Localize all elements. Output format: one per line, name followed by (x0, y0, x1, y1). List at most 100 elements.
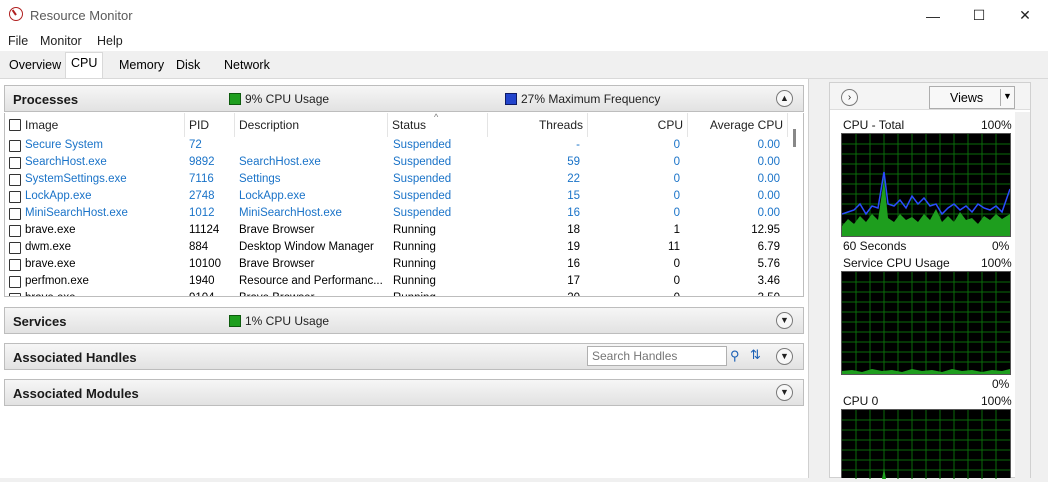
table-row[interactable]: brave.exe 11124 Brave Browser Running 18 1 12.… (5, 222, 788, 239)
services-header[interactable]: Services 1% CPU Usage ▼ (4, 307, 804, 334)
cell-description: Brave Browser (239, 224, 315, 236)
cpu0-max: 100% (981, 394, 1012, 408)
cell-threads: 20 (488, 290, 580, 296)
expand-services-icon[interactable]: ▼ (776, 312, 793, 329)
cell-average-cpu: 0.00 (757, 190, 780, 202)
tab-overview[interactable]: Overview (4, 55, 66, 77)
cell-cpu: 1 (673, 224, 680, 236)
column-threads-header[interactable]: Threads (488, 113, 588, 137)
menu-file[interactable]: File (8, 34, 28, 48)
row-checkbox[interactable] (9, 208, 21, 220)
cell-average-cpu: 3.50 (688, 290, 780, 296)
row-checkbox[interactable] (9, 242, 21, 254)
table-row[interactable]: LockApp.exe 2748 LockApp.exe Suspended 15 0 0.… (5, 188, 788, 205)
cell-pid: 7116 (189, 173, 214, 185)
cell-average-cpu: 6.79 (757, 241, 780, 253)
collapse-processes-icon[interactable]: ▲ (776, 90, 793, 107)
cpu-total-max: 100% (981, 118, 1012, 132)
cell-cpu: 0 (673, 258, 680, 270)
cell-status: Running (393, 258, 436, 270)
row-checkbox[interactable] (9, 140, 21, 152)
processes-scrollbar[interactable] (788, 127, 802, 295)
table-row[interactable]: SearchHost.exe 9892 SearchHost.exe Suspende… (5, 154, 788, 171)
handles-header[interactable]: Associated Handles ⚲ ⇅ ▼ (4, 343, 804, 370)
hide-graphs-icon[interactable]: › (841, 89, 858, 106)
cell-pid: 1012 (189, 207, 215, 219)
cpu-total-title: CPU - Total (843, 118, 905, 132)
tab-network[interactable]: Network (219, 55, 275, 77)
table-row[interactable]: Secure System 72 Suspended - 0 0.00 (5, 137, 788, 154)
cpu-total-min: 0% (992, 239, 1010, 253)
column-cpu-header[interactable]: CPU (588, 113, 688, 137)
table-row[interactable]: SystemSettings.exe 7116 Settings Suspended 2… (5, 171, 788, 188)
graph-scrollbar[interactable] (1015, 112, 1030, 478)
service-cpu-max: 100% (981, 256, 1012, 270)
cell-description: Brave Browser (239, 290, 384, 296)
cell-cpu: 0 (673, 173, 680, 185)
processes-scroll-thumb[interactable] (793, 129, 796, 147)
column-average-cpu-header[interactable]: Average CPU (688, 113, 788, 137)
cell-pid: 9104 (189, 290, 233, 296)
cell-average-cpu: 0.00 (757, 139, 780, 151)
refresh-search-icon[interactable]: ⇅ (750, 347, 761, 363)
close-button[interactable]: ✕ (1002, 0, 1048, 31)
row-checkbox[interactable] (9, 259, 21, 271)
cell-cpu: 11 (668, 241, 680, 253)
modules-header[interactable]: Associated Modules ▼ (4, 379, 804, 406)
cell-pid: 10100 (189, 258, 221, 270)
column-status-header[interactable]: Status ^ (388, 113, 488, 137)
table-row[interactable]: dwm.exe 884 Desktop Window Manager Running 1… (5, 239, 788, 256)
cell-pid: 9892 (189, 156, 215, 168)
table-row[interactable]: brave.exe 10100 Brave Browser Running 16 0 5.7… (5, 256, 788, 273)
services-cpu-usage: 1% CPU Usage (245, 314, 330, 328)
cell-cpu: 0 (673, 275, 680, 287)
cell-status: Suspended (393, 139, 452, 151)
row-checkbox[interactable] (9, 293, 21, 296)
expand-handles-icon[interactable]: ▼ (776, 348, 793, 365)
table-row[interactable]: perfmon.exe 1940 Resource and Performanc..… (5, 273, 788, 290)
column-pid-header[interactable]: PID (185, 113, 235, 137)
processes-header[interactable]: Processes 9% CPU Usage 27% Maximum Frequ… (4, 85, 804, 112)
column-image-header[interactable]: Image (5, 113, 185, 137)
expand-modules-icon[interactable]: ▼ (776, 384, 793, 401)
cell-cpu: 0 (673, 190, 680, 202)
menu-bar (0, 31, 1048, 51)
table-row[interactable]: brave.exe 9104 Brave Browser Running20 0 3.50 (5, 290, 788, 296)
cell-pid: 2748 (189, 190, 215, 202)
table-row[interactable]: MiniSearchHost.exe 1012 MiniSearchHost.exe… (5, 205, 788, 222)
column-description-header[interactable]: Description (235, 113, 388, 137)
cpu-total-time-span: 60 Seconds (843, 239, 907, 253)
views-dropdown-icon[interactable]: ▼ (1003, 91, 1012, 101)
select-all-checkbox[interactable] (9, 119, 21, 131)
cell-status: Running (393, 275, 436, 287)
cell-status: Running (393, 290, 485, 296)
service-cpu-min: 0% (992, 377, 1010, 391)
menu-monitor[interactable]: Monitor (40, 34, 82, 48)
row-checkbox[interactable] (9, 276, 21, 288)
row-checkbox[interactable] (9, 174, 21, 186)
service-cpu-graph (841, 271, 1011, 375)
cell-threads: 59 (567, 156, 580, 168)
service-cpu-graph-svg (842, 272, 1010, 374)
maximize-button[interactable]: ☐ (956, 0, 1002, 31)
views-button[interactable]: Views ▼ (929, 86, 1015, 109)
services-title: Services (13, 314, 67, 329)
minimize-button[interactable]: — (910, 0, 956, 31)
cell-threads: 22 (567, 173, 580, 185)
cell-description: MiniSearchHost.exe (239, 207, 342, 219)
search-icon[interactable]: ⚲ (730, 348, 740, 364)
tab-memory[interactable]: Memory (114, 55, 169, 77)
menu-help[interactable]: Help (97, 34, 123, 48)
tab-disk[interactable]: Disk (171, 55, 205, 77)
cell-threads: 18 (567, 224, 580, 236)
cell-threads: 19 (567, 241, 580, 253)
row-checkbox[interactable] (9, 157, 21, 169)
cpu-total-graph-svg (841, 134, 1011, 236)
cell-image: Secure System (25, 139, 103, 151)
search-handles-input[interactable] (587, 346, 727, 366)
cell-threads: 17 (567, 275, 580, 287)
row-checkbox[interactable] (9, 225, 21, 237)
row-checkbox[interactable] (9, 191, 21, 203)
tab-cpu[interactable]: CPU (65, 52, 104, 78)
handles-title: Associated Handles (13, 350, 137, 365)
